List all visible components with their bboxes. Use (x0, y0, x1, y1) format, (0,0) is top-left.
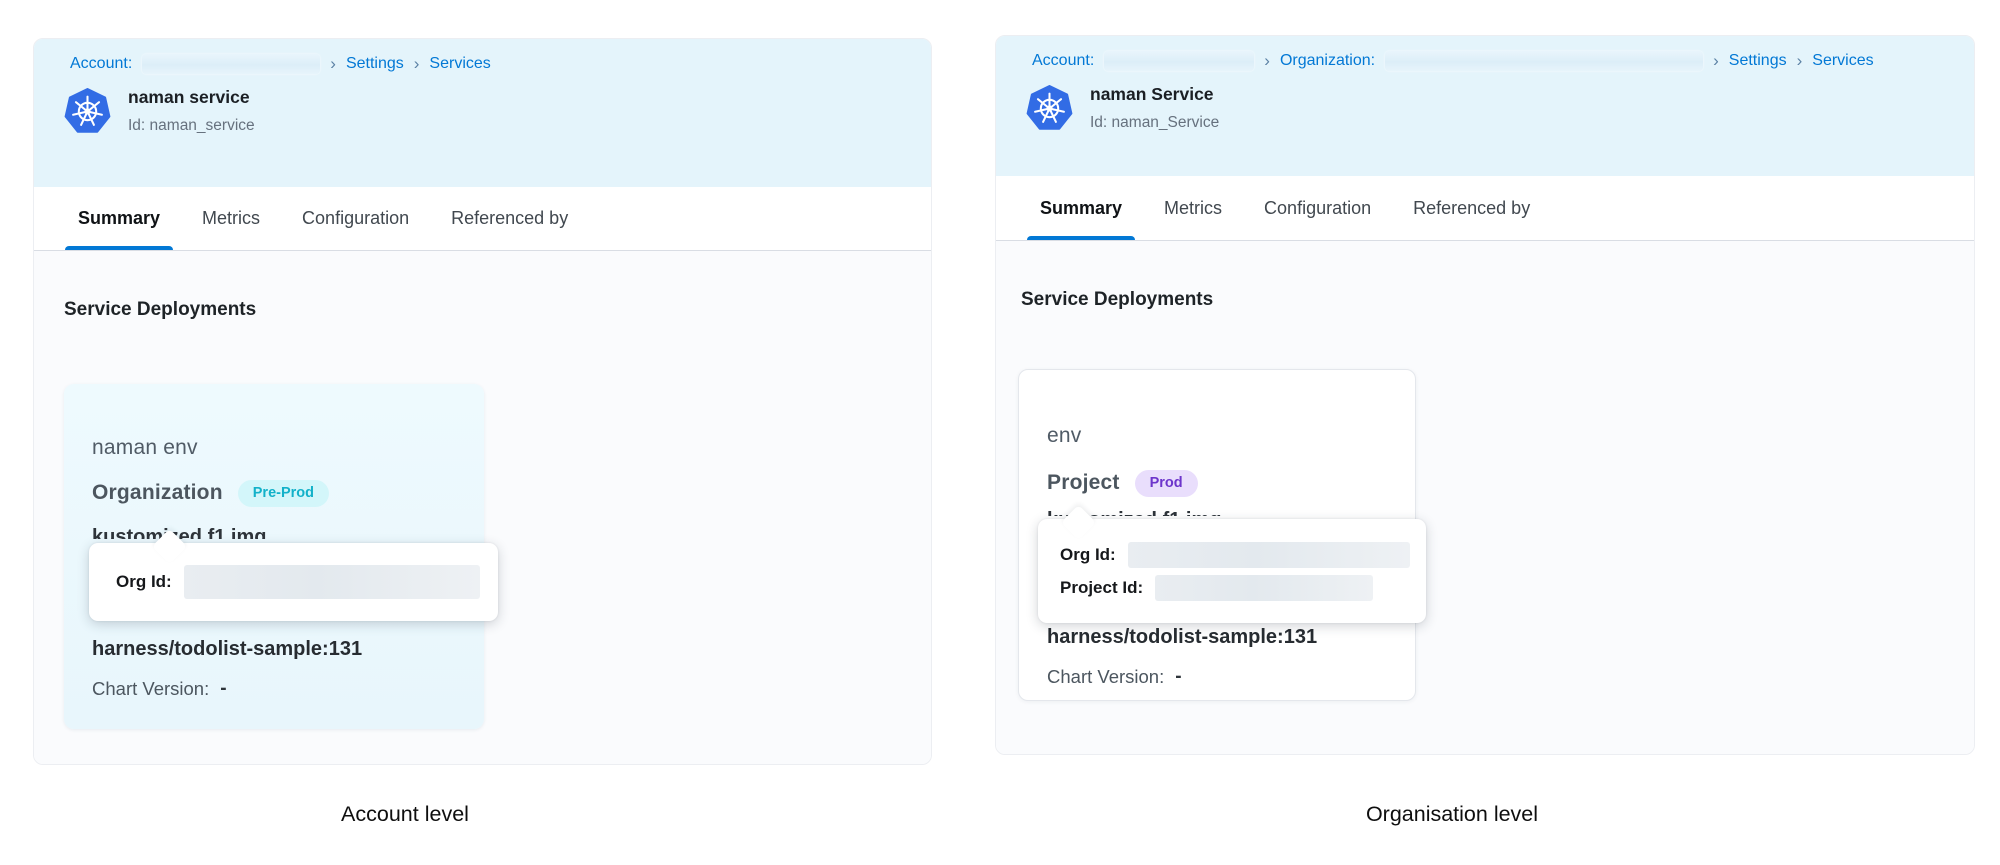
scope-label: Organization (92, 481, 223, 505)
environment-name: env (1047, 424, 1081, 448)
section-title-service-deployments: Service Deployments (64, 299, 256, 321)
chart-version-label: Chart Version: (92, 678, 209, 700)
chevron-right-icon: › (330, 55, 336, 74)
tab-metrics[interactable]: Metrics (202, 187, 260, 250)
org-id-label: Org Id: (116, 572, 172, 592)
environment-type-badge: Pre-Prod (238, 480, 329, 507)
scope-label: Project (1047, 471, 1120, 495)
service-id: Id: naman_Service (1090, 114, 1219, 132)
breadcrumb-settings-link[interactable]: Settings (346, 55, 404, 73)
tab-metrics[interactable]: Metrics (1164, 176, 1222, 240)
service-header: Account: › Settings › Services (34, 39, 931, 187)
section-title-service-deployments: Service Deployments (1021, 289, 1213, 311)
breadcrumb: Account: › Settings › Services (70, 54, 905, 74)
chevron-right-icon: › (1713, 52, 1719, 71)
tab-summary[interactable]: Summary (78, 187, 160, 250)
chevron-right-icon: › (1264, 52, 1270, 71)
project-id-label: Project Id: (1060, 578, 1143, 598)
account-level-panel: Account: › Settings › Services (33, 38, 932, 765)
tooltip-project-id-row: Project Id: (1060, 575, 1426, 601)
kubernetes-icon (1026, 85, 1073, 132)
service-tabs: Summary Metrics Configuration Referenced… (996, 176, 1974, 241)
summary-tab-content: Service Deployments env Project Prod kus… (996, 241, 1974, 755)
id-tooltip: Org Id: Project Id: (1038, 519, 1426, 623)
breadcrumb-organization-link[interactable]: Organization: (1280, 52, 1375, 70)
service-name: naman Service (1090, 84, 1219, 105)
tab-referenced-by[interactable]: Referenced by (451, 187, 568, 250)
partially-occluded-text: kustomized f1 img (92, 526, 392, 539)
tab-configuration[interactable]: Configuration (302, 187, 409, 250)
breadcrumb-account-link[interactable]: Account: (1032, 52, 1094, 70)
service-identity: naman Service Id: naman_Service (1026, 84, 1948, 132)
chart-version-row: Chart Version: - (92, 678, 227, 700)
environment-scope-row: Project Prod (1047, 470, 1198, 497)
service-header: Account: › Organization: › Settings › Se… (996, 36, 1974, 176)
service-name-block: naman service Id: naman_service (128, 87, 255, 135)
chevron-right-icon: › (414, 55, 420, 74)
breadcrumb-settings-link[interactable]: Settings (1729, 52, 1787, 70)
chart-version-value: - (220, 678, 226, 700)
service-name-block: naman Service Id: naman_Service (1090, 84, 1219, 132)
redacted-org-id (184, 565, 480, 599)
redacted-org-id (1128, 542, 1410, 568)
environment-type-badge: Prod (1135, 470, 1198, 497)
kubernetes-icon (64, 88, 111, 135)
tooltip-org-id-row: Org Id: (116, 565, 480, 599)
org-id-label: Org Id: (1060, 545, 1116, 565)
artifact-name: harness/todolist-sample:131 (92, 638, 362, 661)
breadcrumb: Account: › Organization: › Settings › Se… (1032, 51, 1948, 71)
tab-summary[interactable]: Summary (1040, 176, 1122, 240)
partially-occluded-text: kustomized f1 img (1047, 509, 1347, 516)
chart-version-row: Chart Version: - (1047, 666, 1182, 688)
tab-configuration[interactable]: Configuration (1264, 176, 1371, 240)
caption-account-level: Account level (240, 802, 570, 827)
service-name: naman service (128, 87, 255, 108)
breadcrumb-services-link[interactable]: Services (429, 55, 490, 73)
redacted-organization-name (1385, 51, 1703, 71)
id-tooltip: Org Id: (89, 543, 498, 621)
breadcrumb-account-link[interactable]: Account: (70, 55, 132, 73)
redacted-account-name (142, 54, 320, 74)
breadcrumb-services-link[interactable]: Services (1812, 52, 1873, 70)
chart-version-label: Chart Version: (1047, 666, 1164, 688)
service-identity: naman service Id: naman_service (64, 87, 905, 135)
tab-referenced-by[interactable]: Referenced by (1413, 176, 1530, 240)
redacted-project-id (1155, 575, 1373, 601)
environment-name: naman env (92, 436, 198, 460)
service-tabs: Summary Metrics Configuration Referenced… (34, 187, 931, 251)
environment-scope-row: Organization Pre-Prod (92, 480, 329, 507)
redacted-account-name (1104, 51, 1254, 71)
organisation-level-panel: Account: › Organization: › Settings › Se… (995, 35, 1975, 755)
summary-tab-content: Service Deployments naman env Organizati… (34, 251, 931, 765)
caption-organisation-level: Organisation level (1282, 802, 1622, 827)
tooltip-org-id-row: Org Id: (1060, 542, 1426, 568)
artifact-name: harness/todolist-sample:131 (1047, 626, 1317, 649)
service-id: Id: naman_service (128, 117, 255, 135)
chevron-right-icon: › (1797, 52, 1803, 71)
chart-version-value: - (1175, 666, 1181, 688)
